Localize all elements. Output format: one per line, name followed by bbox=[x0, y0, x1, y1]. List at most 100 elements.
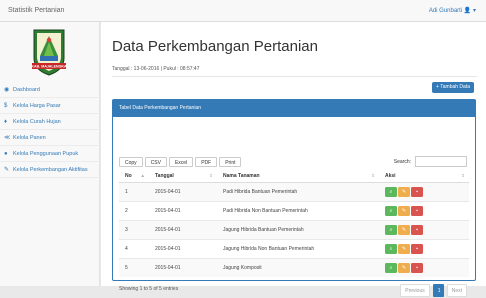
cell-actions: ⌕ ✎ ▪ bbox=[379, 219, 469, 239]
sort-icon: ⇕ bbox=[371, 173, 375, 178]
pdf-button[interactable]: PDF bbox=[195, 157, 218, 167]
view-button[interactable]: ⌕ bbox=[385, 186, 397, 197]
search-icon: ⌕ bbox=[389, 226, 393, 233]
search-icon: ⌕ bbox=[389, 245, 393, 252]
sidebar-item-aktifitas[interactable]: ✎ Kelola Perkembangan Aktifitas bbox=[0, 162, 100, 178]
edit-button[interactable]: ✎ bbox=[398, 262, 410, 273]
cell-actions: ⌕ ✎ ▪ bbox=[379, 238, 469, 258]
delete-button[interactable]: ▪ bbox=[411, 224, 423, 235]
table-row: 3 2015-04-01 Jagung Hibrida Bantuan Peme… bbox=[119, 219, 469, 239]
cell-nama: Jagung Hibrida Bantuan Pemerintah bbox=[217, 219, 379, 239]
column-header-tanggal[interactable]: Tanggal ⇕ bbox=[149, 170, 217, 183]
table-header-row: No ▲ Tanggal ⇕ Nama Tanaman ⇕ Aksi ⇕ bbox=[119, 170, 469, 183]
search-icon: ⌕ bbox=[389, 207, 393, 214]
sidebar-item-label: Kelola Perkembangan Aktifitas bbox=[13, 166, 88, 173]
sidebar-item-label: Kelola Curah Hujan bbox=[13, 118, 61, 125]
print-button[interactable]: Print bbox=[219, 157, 242, 167]
trash-icon: ▪ bbox=[416, 226, 418, 233]
regency-logo: KAB. MAJALENGKA bbox=[31, 29, 67, 76]
dollar-icon: $ bbox=[4, 102, 8, 109]
user-menu[interactable]: Adi Gunbarti 👤 ▾ bbox=[429, 7, 476, 14]
cell-nama: Jagung Hibrida Non Bantuan Pemerintah bbox=[217, 238, 379, 258]
sidebar-item-dashboard[interactable]: ◉ Dashboard bbox=[0, 82, 100, 98]
edit-button[interactable]: ✎ bbox=[398, 224, 410, 235]
sort-icon: ⇕ bbox=[461, 173, 465, 178]
search-icon: ⌕ bbox=[389, 188, 393, 195]
page-title: Data Perkembangan Pertanian bbox=[112, 38, 318, 55]
sidebar-item-panen[interactable]: ≪ Kelola Panen bbox=[0, 130, 100, 146]
trash-icon: ▪ bbox=[416, 188, 418, 195]
table-row: 2 2015-04-01 Padi Hibrida Non Bantuan Pe… bbox=[119, 200, 469, 220]
edit-button[interactable]: ✎ bbox=[398, 205, 410, 216]
column-header-nama-tanaman[interactable]: Nama Tanaman ⇕ bbox=[217, 170, 379, 183]
cell-tanggal: 2015-04-01 bbox=[149, 257, 217, 277]
add-data-button[interactable]: + Tambah Data bbox=[432, 82, 474, 93]
entries-info: Showing 1 to 5 of 5 entries bbox=[119, 286, 179, 292]
csv-button[interactable]: CSV bbox=[144, 157, 167, 167]
cell-actions: ⌕ ✎ ▪ bbox=[379, 257, 469, 277]
view-button[interactable]: ⌕ bbox=[385, 205, 397, 216]
sidebar-item-label: Kelola Penggunaan Pupuk bbox=[13, 150, 79, 157]
cell-actions: ⌕ ✎ ▪ bbox=[379, 181, 469, 201]
sidebar-item-harga-pasar[interactable]: $ Kelola Harga Pasar bbox=[0, 98, 100, 114]
delete-button[interactable]: ▪ bbox=[411, 186, 423, 197]
cell-no: 3 bbox=[119, 219, 149, 239]
main-content: Data Perkembangan Pertanian Tanggal : 13… bbox=[101, 22, 486, 297]
excel-button[interactable]: Excel bbox=[168, 157, 194, 167]
tint-icon: ♦ bbox=[4, 118, 8, 125]
divider bbox=[112, 76, 477, 77]
edit-button[interactable]: ✎ bbox=[398, 186, 410, 197]
column-header-aksi[interactable]: Aksi ⇕ bbox=[379, 170, 469, 183]
sidebar-nav: ◉ Dashboard $ Kelola Harga Pasar ♦ Kelol… bbox=[0, 82, 100, 178]
sidebar-item-label: Kelola Panen bbox=[13, 134, 46, 141]
search-box: Search: bbox=[394, 156, 467, 167]
cell-nama: Padi Hibrida Bantuan Pemerintah bbox=[217, 181, 379, 201]
sidebar-item-label: Kelola Harga Pasar bbox=[13, 102, 61, 109]
dashboard-icon: ◉ bbox=[4, 87, 10, 93]
view-button[interactable]: ⌕ bbox=[385, 262, 397, 273]
circle-icon: ● bbox=[4, 150, 8, 157]
wrench-icon: ✎ bbox=[4, 167, 10, 173]
edit-icon: ✎ bbox=[401, 245, 407, 252]
cell-tanggal: 2015-04-01 bbox=[149, 181, 217, 201]
cell-tanggal: 2015-04-01 bbox=[149, 200, 217, 220]
search-input[interactable] bbox=[415, 156, 467, 167]
trash-icon: ▪ bbox=[416, 207, 418, 214]
view-button[interactable]: ⌕ bbox=[385, 243, 397, 254]
sidebar-item-curah-hujan[interactable]: ♦ Kelola Curah Hujan bbox=[0, 114, 100, 130]
table-row: 5 2015-04-01 Jagung Komposit ⌕ ✎ ▪ bbox=[119, 257, 469, 277]
trash-icon: ▪ bbox=[416, 264, 418, 271]
edit-button[interactable]: ✎ bbox=[398, 243, 410, 254]
tasks-icon: ≪ bbox=[4, 135, 11, 141]
cell-tanggal: 2015-04-01 bbox=[149, 238, 217, 258]
cell-no: 4 bbox=[119, 238, 149, 258]
app-brand[interactable]: Statistik Pertanian bbox=[8, 7, 64, 14]
edit-icon: ✎ bbox=[401, 188, 407, 195]
data-panel: Tabel Data Perkembangan Pertanian Copy C… bbox=[112, 99, 476, 297]
copy-button[interactable]: Copy bbox=[119, 157, 143, 167]
delete-button[interactable]: ▪ bbox=[411, 205, 423, 216]
trash-icon: ▪ bbox=[416, 245, 418, 252]
cell-nama: Jagung Komposit bbox=[217, 257, 379, 277]
edit-icon: ✎ bbox=[401, 264, 407, 271]
sidebar-item-pupuk[interactable]: ● Kelola Penggunaan Pupuk bbox=[0, 146, 100, 162]
edit-icon: ✎ bbox=[401, 207, 407, 214]
sidebar-item-label: Dashboard bbox=[13, 86, 40, 93]
view-button[interactable]: ⌕ bbox=[385, 224, 397, 235]
logo-banner: KAB. MAJALENGKA bbox=[31, 65, 67, 69]
cell-nama: Padi Hibrida Non Bantuan Pemerintah bbox=[217, 200, 379, 220]
delete-button[interactable]: ▪ bbox=[411, 262, 423, 273]
date-time-line: Tanggal : 13-06-2016 | Pukul : 08:57:47 bbox=[112, 66, 200, 72]
column-header-no[interactable]: No ▲ bbox=[119, 170, 149, 183]
cell-actions: ⌕ ✎ ▪ bbox=[379, 200, 469, 220]
table-row: 1 2015-04-01 Padi Hibrida Bantuan Pemeri… bbox=[119, 181, 469, 201]
cell-no: 5 bbox=[119, 257, 149, 277]
cell-no: 1 bbox=[119, 181, 149, 201]
table-row: 4 2015-04-01 Jagung Hibrida Non Bantuan … bbox=[119, 238, 469, 258]
sort-icon: ▲ bbox=[140, 173, 145, 178]
sort-icon: ⇕ bbox=[209, 173, 213, 178]
export-toolbar: Copy CSV Excel PDF Print bbox=[119, 157, 242, 167]
delete-button[interactable]: ▪ bbox=[411, 243, 423, 254]
top-navbar: Statistik Pertanian Adi Gunbarti 👤 ▾ bbox=[0, 0, 486, 22]
data-table: No ▲ Tanggal ⇕ Nama Tanaman ⇕ Aksi ⇕ 1 2015-… bbox=[119, 170, 469, 277]
